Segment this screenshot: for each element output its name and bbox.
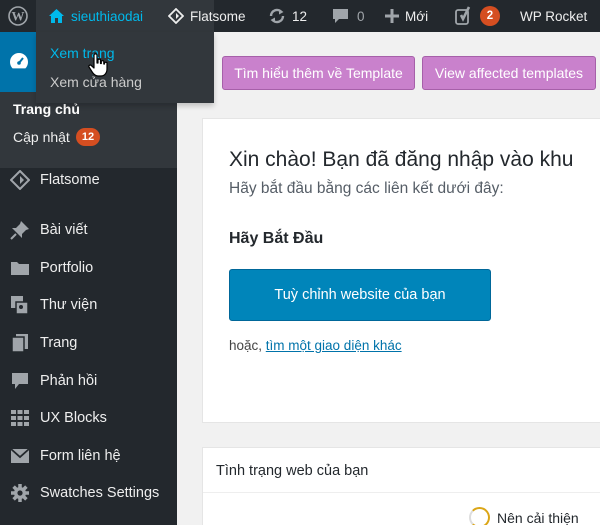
pin-icon xyxy=(0,220,40,240)
folder-icon xyxy=(0,259,40,277)
or-text: hoặc, xyxy=(229,338,266,353)
sidebar-item-portfolio[interactable]: Portfolio xyxy=(0,250,177,286)
grid-icon xyxy=(0,409,40,427)
sidebar-item-label: Bài viết xyxy=(40,222,88,238)
site-health-title: Tình trạng web của bạn xyxy=(216,463,369,479)
health-status-ring-icon xyxy=(469,507,490,525)
sidebar-item-label: Phản hồi xyxy=(40,373,98,389)
wp-rocket-menu[interactable]: WP Rocket xyxy=(520,0,587,32)
flatsome-menu[interactable]: Flatsome xyxy=(168,0,246,32)
welcome-panel: Xin chào! Bạn đã đăng nhập vào khu Hãy b… xyxy=(202,118,600,423)
sidebar-item-swatches[interactable]: Swatches Settings xyxy=(0,475,177,511)
sidebar-item-label: Form liên hệ xyxy=(40,448,121,464)
sidebar-item-flatsome[interactable]: Flatsome xyxy=(0,162,177,198)
flatsome-icon xyxy=(0,170,40,190)
submenu-updates[interactable]: Cập nhật 12 xyxy=(13,128,101,146)
welcome-title: Xin chào! Bạn đã đăng nhập vào khu xyxy=(229,148,574,171)
dashboard-submenu: Trang chủ Cập nhật 12 xyxy=(0,92,177,168)
sidebar-item-label: Flatsome xyxy=(40,172,100,188)
admin-bar: W sieuthiaodai Flatsome 12 0 Mới 2 WP Ro… xyxy=(0,0,600,32)
hand-cursor-icon xyxy=(88,53,108,77)
wordpress-icon: W xyxy=(8,6,28,26)
get-started-heading: Hãy Bắt Đầu xyxy=(229,230,324,247)
sidebar-item-label: Swatches Settings xyxy=(40,485,160,501)
sidebar-item-ux-blocks[interactable]: UX Blocks xyxy=(0,400,177,436)
comments-menu[interactable]: 0 xyxy=(332,0,365,32)
alternate-action: hoặc, tìm một giao diện khác xyxy=(229,338,402,353)
view-affected-templates-button[interactable]: View affected templates xyxy=(422,56,596,90)
welcome-subtitle: Hãy bắt đầu bằng các liên kết dưới đây: xyxy=(229,180,504,197)
svg-text:W: W xyxy=(12,9,25,24)
site-health-panel: Tình trạng web của bạn Nên cải thiện xyxy=(202,447,600,525)
submenu-updates-label: Cập nhật xyxy=(13,129,70,145)
gear-icon xyxy=(0,483,40,503)
other-theme-link[interactable]: tìm một giao diện khác xyxy=(266,338,402,353)
home-icon xyxy=(49,9,64,23)
sidebar-item-posts[interactable]: Bài viết xyxy=(0,212,177,248)
comment-icon xyxy=(0,372,40,390)
new-label: Mới xyxy=(405,8,429,24)
sidebar-item-contact-form[interactable]: Form liên hệ xyxy=(0,438,177,474)
wp-rocket-label: WP Rocket xyxy=(520,8,588,24)
pages-icon xyxy=(0,333,40,353)
updates-count: 12 xyxy=(292,8,308,24)
sidebar-item-label: UX Blocks xyxy=(40,410,107,426)
sidebar-item-label: Thư viện xyxy=(40,297,98,313)
updates-badge: 12 xyxy=(75,128,101,146)
refresh-icon xyxy=(269,8,285,24)
sidebar-item-comments[interactable]: Phản hồi xyxy=(0,363,177,399)
submenu-home[interactable]: Trang chủ xyxy=(13,101,80,117)
flatsome-label: Flatsome xyxy=(190,8,246,24)
mail-icon xyxy=(0,448,40,464)
dashboard-icon xyxy=(10,53,28,69)
sidebar-item-label: Portfolio xyxy=(40,260,94,276)
admin-sidebar: Trang chủ Cập nhật 12 Flatsome Bài viết … xyxy=(0,32,177,525)
wordpress-logo-button[interactable]: W xyxy=(0,0,36,32)
comment-icon xyxy=(333,9,348,23)
yoast-menu[interactable]: 2 xyxy=(454,0,500,32)
sidebar-item-label: Trang xyxy=(40,335,78,351)
customize-site-button[interactable]: Tuỳ chỉnh website của bạn xyxy=(229,269,491,321)
plus-icon xyxy=(385,9,399,23)
comments-count: 0 xyxy=(357,8,365,24)
updates-menu[interactable]: 12 xyxy=(268,0,307,32)
sidebar-item-pages[interactable]: Trang xyxy=(0,325,177,361)
site-dropdown: Xem trang Xem cửa hàng xyxy=(36,32,214,103)
new-content-menu[interactable]: Mới xyxy=(385,0,428,32)
yoast-badge: 2 xyxy=(480,6,500,26)
learn-template-button[interactable]: Tìm hiểu thêm về Template xyxy=(222,56,415,90)
site-health-header[interactable]: Tình trạng web của bạn xyxy=(203,448,600,493)
yoast-icon xyxy=(455,6,471,25)
health-status-label: Nên cải thiện xyxy=(497,510,579,525)
flatsome-icon xyxy=(168,8,184,24)
sidebar-item-media[interactable]: Thư viện xyxy=(0,287,177,323)
site-name-label: sieuthiaodai xyxy=(71,8,144,24)
media-icon xyxy=(0,295,40,315)
